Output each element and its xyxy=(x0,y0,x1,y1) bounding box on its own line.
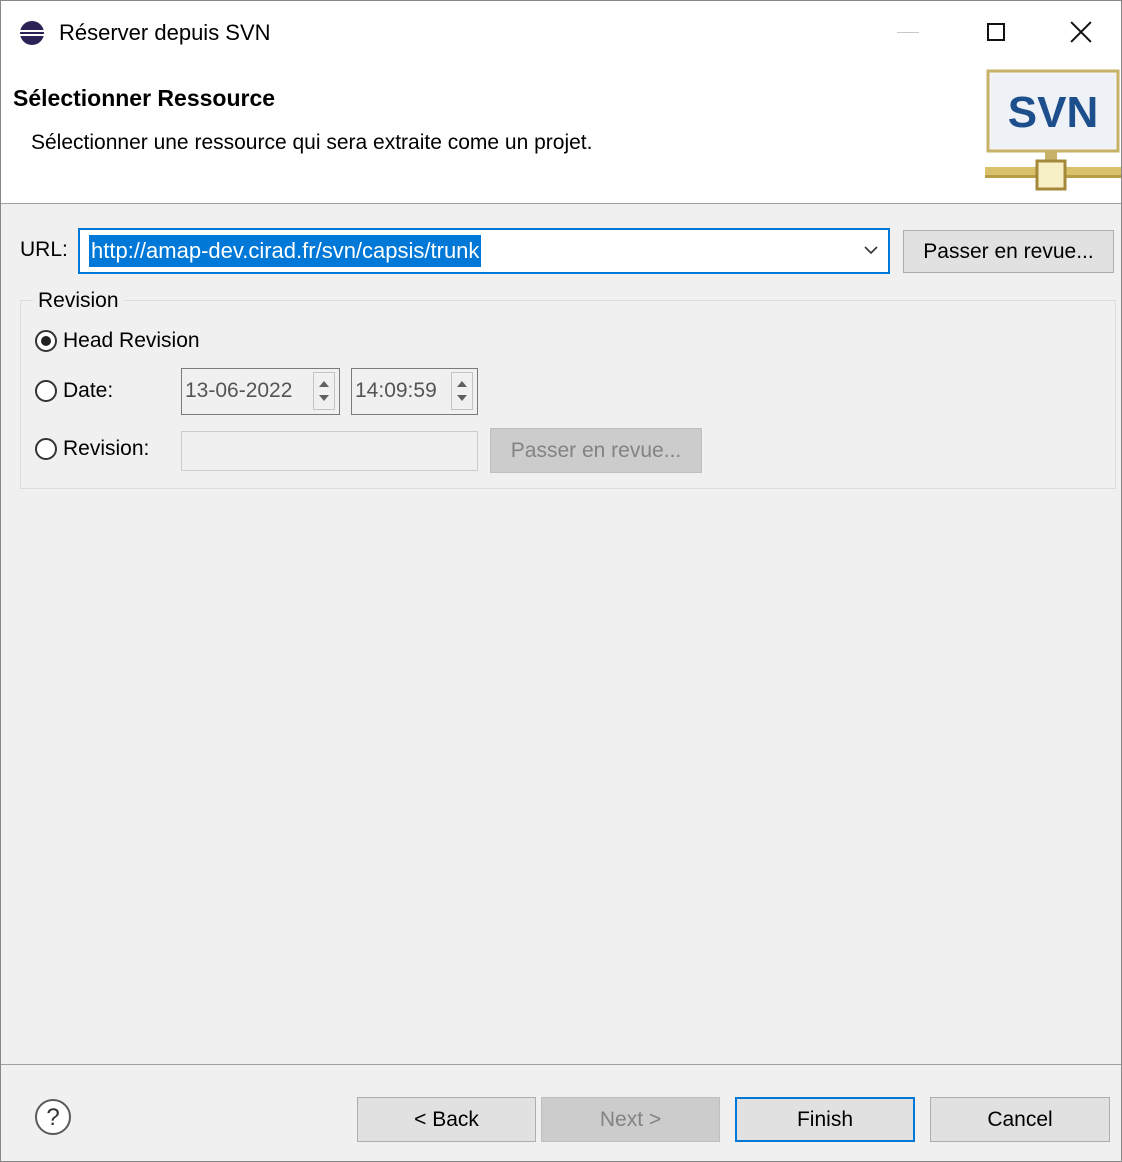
title-bar: Réserver depuis SVN xyxy=(1,1,1121,63)
page-description: Sélectionner une ressource qui sera extr… xyxy=(31,131,593,154)
url-input-value[interactable]: http://amap-dev.cirad.fr/svn/capsis/trun… xyxy=(89,235,482,267)
time-value: 14:09:59 xyxy=(355,379,437,402)
svn-logo-text: SVN xyxy=(1008,88,1098,137)
date-label: Date: xyxy=(63,379,114,402)
browse-url-button[interactable]: Passer en revue... xyxy=(903,230,1114,273)
time-spin-buttons[interactable] xyxy=(451,372,473,410)
back-button[interactable]: < Back xyxy=(357,1097,536,1142)
footer-separator xyxy=(1,1064,1121,1065)
spin-up-icon[interactable] xyxy=(457,381,467,387)
svn-checkout-dialog: Réserver depuis SVN Sélectionner Ressour… xyxy=(0,0,1122,1162)
eclipse-app-icon xyxy=(20,21,44,45)
date-value: 13-06-2022 xyxy=(185,379,293,402)
date-radio[interactable] xyxy=(35,380,57,402)
spin-down-icon[interactable] xyxy=(319,395,329,401)
head-revision-radio[interactable] xyxy=(35,330,57,352)
close-icon xyxy=(1069,20,1093,44)
help-icon[interactable]: ? xyxy=(34,1098,72,1136)
date-option[interactable]: Date: xyxy=(35,377,113,405)
date-spinner[interactable]: 13-06-2022 xyxy=(181,368,340,415)
browse-revision-button[interactable]: Passer en revue... xyxy=(490,428,702,473)
url-label: URL: xyxy=(20,238,68,261)
spin-up-icon[interactable] xyxy=(319,381,329,387)
revision-number-input[interactable] xyxy=(181,431,478,471)
wizard-header: Sélectionner Ressource Sélectionner une … xyxy=(1,63,1121,204)
finish-button[interactable]: Finish xyxy=(735,1097,915,1142)
head-revision-option[interactable]: Head Revision xyxy=(35,327,200,355)
chevron-down-icon[interactable] xyxy=(864,243,878,257)
head-revision-label: Head Revision xyxy=(63,329,200,352)
date-spin-buttons[interactable] xyxy=(313,372,335,410)
revision-label: Revision: xyxy=(63,437,150,460)
maximize-icon xyxy=(987,23,1005,41)
spin-down-icon[interactable] xyxy=(457,395,467,401)
svg-text:?: ? xyxy=(46,1104,59,1131)
window-title: Réserver depuis SVN xyxy=(59,20,271,45)
svn-logo: SVN xyxy=(985,69,1121,191)
time-spinner[interactable]: 14:09:59 xyxy=(351,368,478,415)
minimize-icon xyxy=(897,31,919,33)
url-combobox[interactable]: http://amap-dev.cirad.fr/svn/capsis/trun… xyxy=(78,228,890,274)
page-title: Sélectionner Ressource xyxy=(13,85,276,111)
revision-option[interactable]: Revision: xyxy=(35,435,149,463)
revision-radio[interactable] xyxy=(35,438,57,460)
cancel-button[interactable]: Cancel xyxy=(930,1097,1110,1142)
next-button[interactable]: Next > xyxy=(541,1097,720,1142)
minimize-button[interactable] xyxy=(863,1,953,63)
close-button[interactable] xyxy=(1041,1,1121,63)
maximize-button[interactable] xyxy=(951,1,1041,63)
revision-group-label: Revision xyxy=(33,287,124,315)
